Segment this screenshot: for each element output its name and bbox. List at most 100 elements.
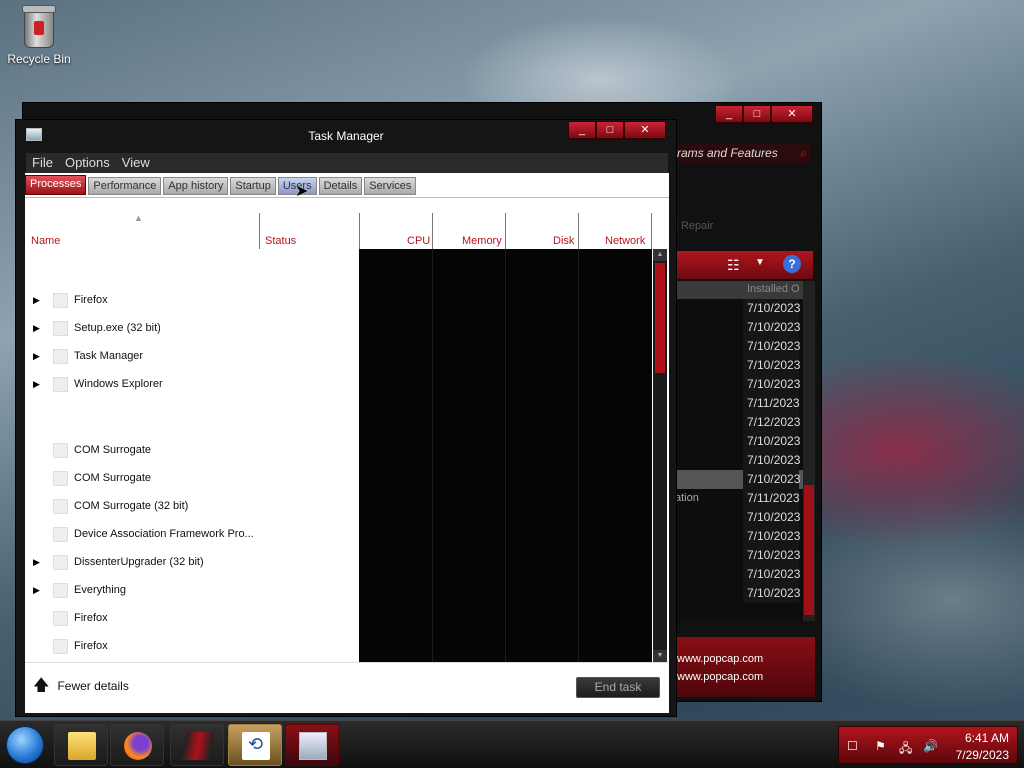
network-icon[interactable]: 🖧 (899, 739, 912, 760)
bg-list-row[interactable]: 7/10/2023 (675, 337, 803, 356)
search-icon: ⌕ (800, 146, 807, 160)
bg-list-row[interactable]: 7/10/2023 (675, 299, 803, 318)
bg-list-row[interactable]: 7/10/2023 (675, 527, 803, 546)
bg-maximize-button[interactable]: □ (743, 105, 771, 123)
bg-list-row[interactable]: 7/10/2023 (675, 356, 803, 375)
bg-publisher-line: www.popcap.com (677, 671, 764, 683)
clock[interactable]: 6:41 AM 7/29/2023 (956, 730, 1009, 764)
column-header-status[interactable]: Status (265, 235, 296, 247)
expand-arrow-icon[interactable]: ▶ (33, 585, 40, 596)
process-row[interactable]: ▶ Setup.exe (32 bit) (25, 317, 359, 341)
process-row[interactable]: COM Surrogate (25, 439, 359, 463)
process-row[interactable]: ▶ Windows Explorer (25, 373, 359, 397)
bg-list-row[interactable]: 7/10/2023 (675, 451, 803, 470)
bg-list-row[interactable]: 7/10/2023 (675, 432, 803, 451)
sort-ascending-icon: ▲ (134, 213, 143, 223)
menu-view[interactable]: View (116, 153, 156, 173)
column-header-disk[interactable]: Disk (553, 235, 574, 247)
recycle-bin-desktop-icon[interactable]: Recycle Bin (6, 5, 72, 66)
process-name: Windows Explorer (74, 378, 163, 390)
game-icon (181, 732, 215, 760)
column-header-network[interactable]: Network (605, 235, 645, 247)
minimize-button[interactable]: _ (568, 121, 596, 139)
process-row[interactable]: Firefox (25, 607, 359, 631)
bg-close-button[interactable]: ✕ (771, 105, 813, 123)
end-task-button[interactable]: End task (576, 677, 660, 698)
taskbar-firefox[interactable] (110, 724, 164, 766)
bg-list-row[interactable]: 7/10/2023 (675, 565, 803, 584)
expand-arrow-icon[interactable]: ▶ (33, 323, 40, 334)
fewer-details-button[interactable]: 🡅 Fewer details (33, 678, 129, 694)
bg-scrollbar[interactable] (803, 281, 815, 621)
scroll-down-icon[interactable]: ▼ (653, 650, 667, 662)
expand-arrow-icon[interactable]: ▶ (33, 379, 40, 390)
bg-list-row[interactable]: 7/10/2023 (675, 508, 803, 527)
process-icon (53, 377, 68, 392)
process-name: Firefox (74, 640, 108, 652)
recycle-bin-label: Recycle Bin (7, 52, 71, 66)
process-list-scrollbar[interactable]: ▲ ▼ (653, 249, 667, 662)
process-row[interactable]: ▶ Task Manager (25, 345, 359, 369)
bg-list-row[interactable]: 7/11/2023 (675, 394, 803, 413)
expand-arrow-icon[interactable]: ▶ (33, 557, 40, 568)
tab-details[interactable]: Details (318, 177, 363, 195)
process-icon (53, 611, 68, 626)
title-bar[interactable]: Task Manager _ □ ✕ (16, 120, 676, 150)
expand-arrow-icon[interactable]: ▶ (33, 295, 40, 306)
help-icon[interactable]: ? (783, 255, 801, 273)
bg-list-row[interactable]: 7/10/2023 (675, 375, 803, 394)
bg-list-row[interactable]: 7/10/2023 (675, 470, 803, 489)
bg-row-date: 7/10/2023 (743, 508, 800, 527)
process-name: Firefox (74, 294, 108, 306)
column-header-name[interactable]: Name (31, 235, 60, 247)
view-options-icon[interactable]: ☷ (727, 257, 740, 274)
action-center-flag-icon[interactable]: ⚑ (875, 739, 886, 753)
scroll-thumb[interactable] (655, 263, 665, 373)
menu-options[interactable]: Options (59, 153, 116, 173)
process-row[interactable]: ▶ Firefox (25, 289, 359, 313)
bg-list-row[interactable]: 7/10/2023 (675, 584, 803, 603)
tab-services[interactable]: Services (364, 177, 417, 195)
clock-time: 6:41 AM (964, 731, 1009, 745)
bg-row-date: 7/10/2023 (743, 299, 800, 318)
tab-processes[interactable]: Processes (25, 175, 87, 195)
bg-list-row[interactable]: 7/10/2023 (675, 318, 803, 337)
process-icon (53, 639, 68, 654)
process-row[interactable]: Firefox (25, 635, 359, 659)
maximize-button[interactable]: □ (596, 121, 624, 139)
expand-arrow-icon[interactable]: ▶ (33, 351, 40, 362)
show-desktop-icon[interactable]: ☐ (847, 739, 858, 753)
column-header-memory[interactable]: Memory (462, 235, 502, 247)
firefox-icon (124, 732, 152, 760)
process-row[interactable]: COM Surrogate (32 bit) (25, 495, 359, 519)
bg-column-header[interactable]: Installed O (675, 281, 803, 299)
clock-date: 7/29/2023 (955, 748, 1009, 762)
start-button[interactable] (6, 726, 44, 764)
volume-icon[interactable]: 🔊 (923, 739, 938, 753)
process-icon (53, 555, 68, 570)
process-icon (53, 293, 68, 308)
taskbar-file-explorer[interactable] (54, 724, 108, 766)
bg-list-row[interactable]: 7/10/2023 (675, 546, 803, 565)
tab-app-history[interactable]: App history (163, 177, 229, 195)
process-row[interactable]: Device Association Framework Pro... (25, 523, 359, 547)
process-row[interactable]: COM Surrogate (25, 467, 359, 491)
bg-list-row[interactable]: ation 7/11/2023 (675, 489, 803, 508)
tab-performance[interactable]: Performance (88, 177, 162, 195)
close-button[interactable]: ✕ (624, 121, 666, 139)
process-row[interactable]: ▶ DissenterUpgrader (32 bit) (25, 551, 359, 575)
tab-startup[interactable]: Startup (230, 177, 276, 195)
bg-list-row[interactable]: 7/12/2023 (675, 413, 803, 432)
bg-search-box[interactable]: rams and Features ⌕ (673, 143, 811, 163)
process-row[interactable]: ▶ Everything (25, 579, 359, 603)
taskbar-task-manager[interactable] (285, 724, 339, 766)
process-icon (53, 471, 68, 486)
taskbar-game[interactable] (170, 724, 224, 766)
taskbar-installer[interactable] (228, 724, 282, 766)
menu-file[interactable]: File (26, 153, 59, 173)
bg-row-date: 7/10/2023 (743, 318, 800, 337)
scroll-up-icon[interactable]: ▲ (653, 249, 667, 261)
column-header-cpu[interactable]: CPU (407, 235, 430, 247)
bg-minimize-button[interactable]: _ (715, 105, 743, 123)
chevron-down-icon[interactable]: ▼ (755, 257, 765, 268)
